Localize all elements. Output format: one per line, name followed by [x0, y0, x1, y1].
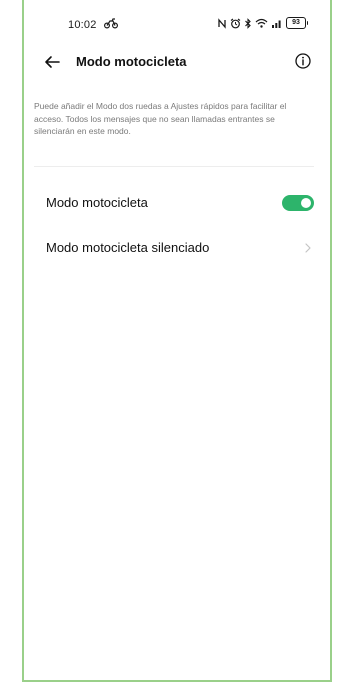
mode-description: Puede añadir el Modo dos ruedas a Ajuste… [34, 101, 287, 136]
wifi-icon [255, 18, 268, 28]
phone-screen: 10:02 93 Modo motocicleta Puede añadir e… [22, 0, 332, 682]
silent-motorcycle-mode-label: Modo motocicleta silenciado [46, 240, 210, 255]
nfc-icon [218, 17, 226, 29]
motorcycle-mode-label: Modo motocicleta [46, 195, 148, 210]
status-icons: 93 [217, 17, 308, 29]
info-icon[interactable] [294, 52, 312, 70]
battery-indicator: 93 [286, 17, 308, 29]
alarm-icon [230, 18, 241, 28]
motorcycle-mode-row[interactable]: Modo motocicleta [24, 186, 330, 220]
chevron-right-icon [305, 243, 311, 253]
status-time: 10:02 [68, 19, 97, 31]
back-arrow-icon[interactable] [42, 52, 62, 72]
motorcycle-icon [104, 18, 118, 29]
signal-icon [272, 20, 281, 28]
page-title: Modo motocicleta [76, 54, 187, 69]
toggle-knob [301, 198, 311, 208]
status-bar: 10:02 93 [24, 0, 330, 40]
app-header: Modo motocicleta [24, 48, 330, 78]
divider [34, 166, 314, 167]
motorcycle-mode-toggle[interactable] [282, 195, 314, 211]
bluetooth-icon [245, 17, 251, 29]
silent-motorcycle-mode-row[interactable]: Modo motocicleta silenciado [24, 231, 330, 265]
